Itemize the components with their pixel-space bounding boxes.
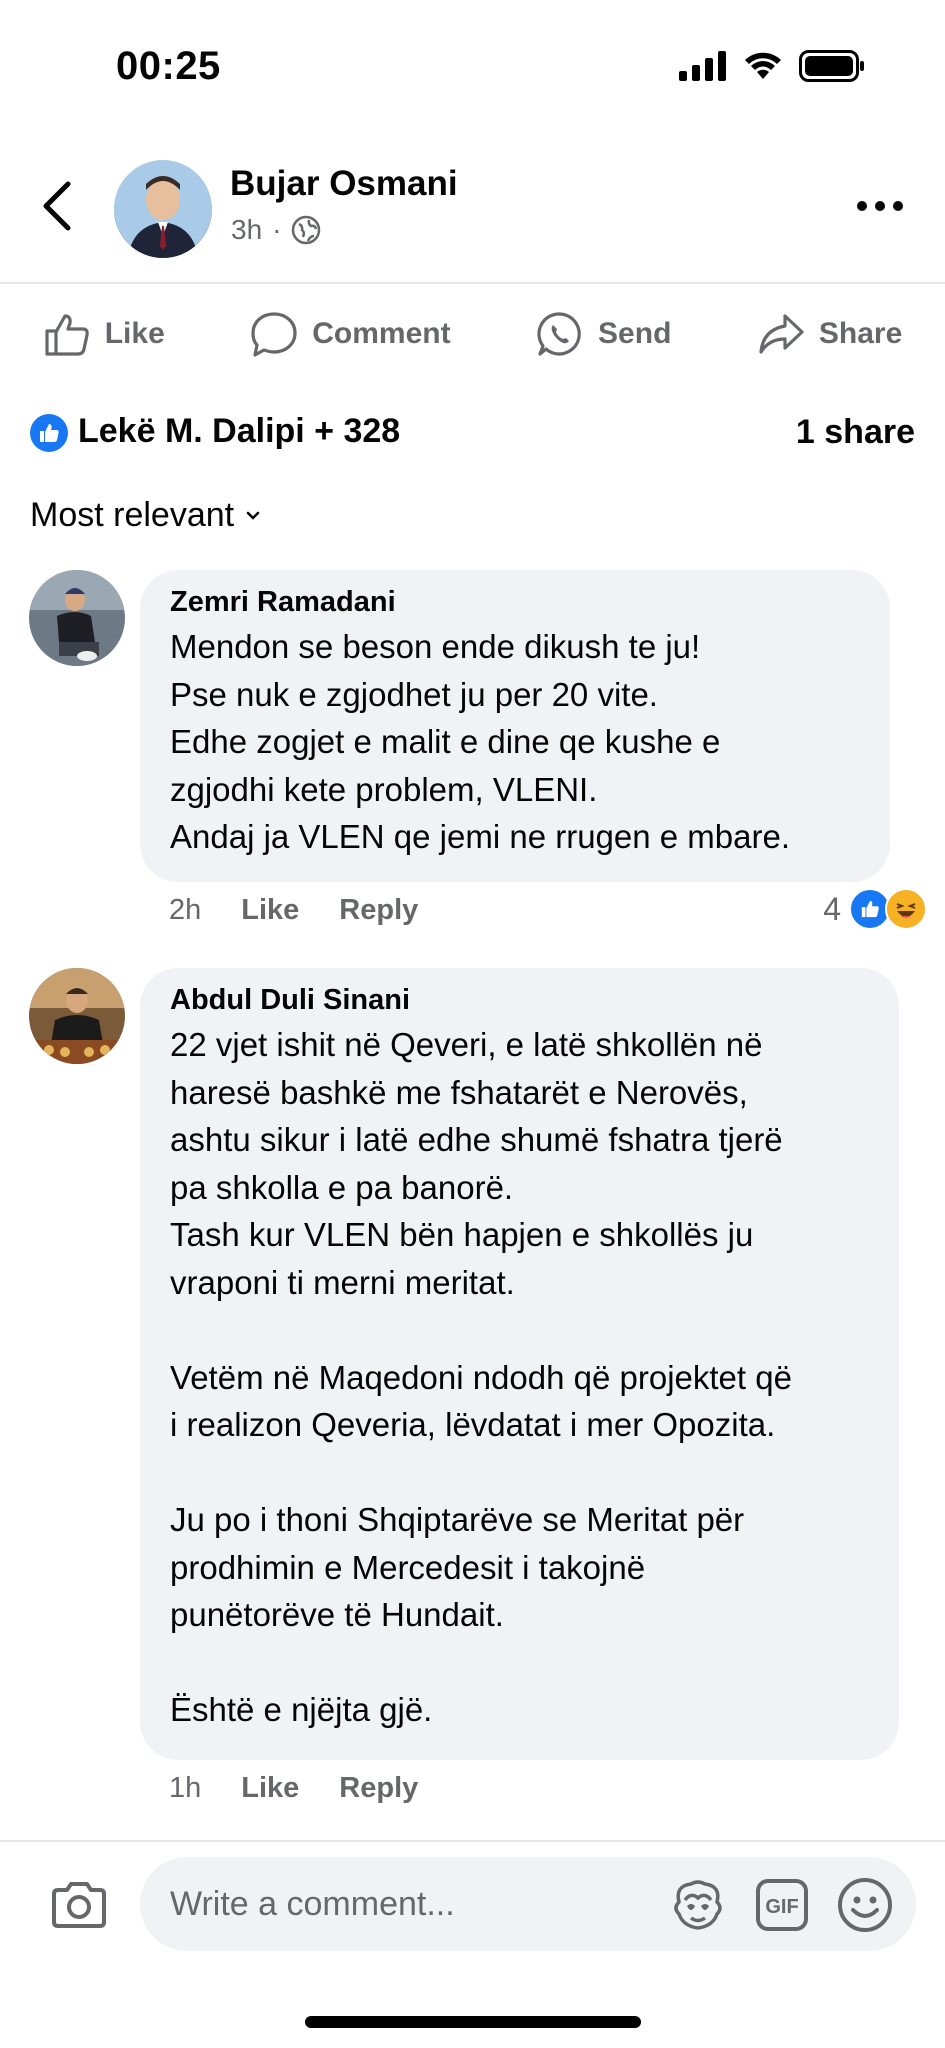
thumbs-up-icon [45,314,89,356]
like-label: Like [104,317,165,350]
share-label: Share [818,317,903,350]
post-time: 3h [231,214,263,245]
send-label: Send [598,317,672,350]
signal-icon [679,51,726,81]
wifi-icon [745,52,781,79]
camera-icon[interactable] [50,1880,108,1930]
shares-count[interactable]: 1 share [796,413,915,452]
gif-icon[interactable]: GIF [755,1878,809,1932]
comment-button[interactable]: Comment [250,310,451,358]
comment-bubble: Abdul Duli Sinani 22 vjet ishit në Qever… [140,968,899,1760]
commenter-avatar[interactable] [29,968,125,1064]
comment-meta: 1h Like Reply [169,1772,418,1805]
comment-reply-button[interactable]: Reply [339,1772,418,1805]
globe-icon [292,215,321,245]
composer-icons: GIF [669,1877,893,1933]
comment-reactions[interactable]: 4 [823,888,927,930]
author-avatar[interactable] [114,160,212,258]
chevron-down-icon [246,511,260,520]
share-button[interactable]: Share [757,310,902,358]
comment-text: Mendon se beson ende dikush te ju! Pse n… [170,628,791,855]
header-divider [0,282,945,284]
comment-meta: 2h Like Reply [169,894,418,927]
reactions-text: Lekë M. Dalipi + 328 [78,412,401,450]
post-actions: Like Comment Send Share [0,310,945,358]
like-reaction-icon [30,414,68,453]
status-icons [679,50,865,82]
comment-time: 1h [169,1772,202,1804]
status-time: 00:25 [116,44,221,88]
avatar-sticker-icon[interactable] [669,1878,727,1932]
comment-text: 22 vjet ishit në Qeveri, e latë shkollën… [170,1026,792,1728]
comment-like-button[interactable]: Like [241,1772,299,1805]
comment-like-button[interactable]: Like [241,894,299,927]
send-button[interactable]: Send [536,310,671,358]
whatsapp-icon [537,312,581,356]
comment-bubble: Zemri Ramadani Mendon se beson ende diku… [140,570,890,882]
home-indicator [305,2016,641,2028]
meta-separator: · [272,214,282,245]
comment-time: 2h [169,894,202,926]
share-icon [759,314,804,354]
comment-reply-button[interactable]: Reply [339,894,418,927]
reactions-summary[interactable]: Lekë M. Dalipi + 328 1 share [30,412,915,453]
sort-label: Most relevant [30,496,235,534]
commenter-name[interactable]: Abdul Duli Sinani [170,984,869,1017]
comment-reaction-count: 4 [823,890,841,927]
commenter-name[interactable]: Zemri Ramadani [170,586,860,619]
commenter-avatar[interactable] [29,570,125,666]
comment-input-placeholder: Write a comment... [170,1884,455,1923]
back-arrow-icon[interactable] [38,178,78,234]
like-button[interactable]: Like [43,310,165,358]
comment-label: Comment [312,317,451,350]
emoji-icon[interactable] [837,1877,893,1933]
comment-icon [251,312,297,357]
post-meta: 3h · [231,214,321,246]
reactions-likes[interactable]: Lekë M. Dalipi + 328 [30,412,401,453]
more-options-icon[interactable] [855,196,905,216]
battery-icon [799,50,864,82]
haha-reaction-icon [885,888,927,930]
comment-sort-dropdown[interactable]: Most relevant [30,496,262,535]
svg-text:GIF: GIF [765,1896,798,1918]
post-author-name[interactable]: Bujar Osmani [230,164,458,204]
